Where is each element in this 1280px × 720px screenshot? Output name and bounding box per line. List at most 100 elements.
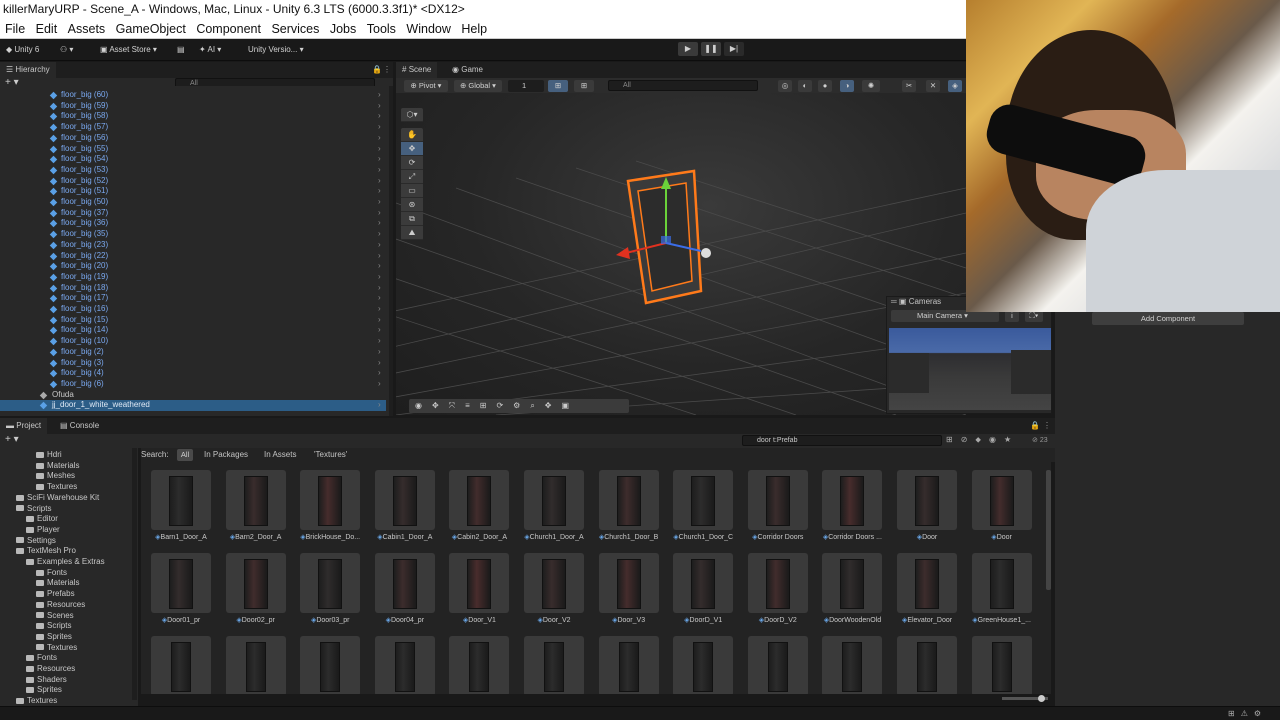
ai-button[interactable]: ✦ AI ▾ (199, 43, 221, 57)
folder-item[interactable]: Materials (36, 461, 79, 472)
tab-hierarchy[interactable]: ☰ Hierarchy (0, 62, 56, 78)
kebab-menu-icon[interactable]: ⋮ (383, 65, 391, 74)
asset-tile[interactable]: ◈Door (970, 470, 1034, 546)
hierarchy-item[interactable]: floor_big (4) › (0, 368, 386, 379)
tab-console[interactable]: ▤ Console (54, 418, 105, 434)
globe-icon[interactable]: ◎ (778, 80, 792, 92)
folder-item[interactable]: Hdri (36, 450, 62, 461)
lighting-icon[interactable]: ✺ (862, 80, 880, 92)
chevron-right-icon[interactable]: › (378, 240, 381, 251)
project-tree-scrollbar[interactable] (132, 448, 137, 700)
hierarchy-item[interactable]: floor_big (57) › (0, 122, 386, 133)
audio-mute-icon[interactable]: ✂ (902, 80, 916, 92)
global-dropdown[interactable]: ⊕ Global ▾ (454, 80, 502, 92)
folder-item[interactable]: Settings (16, 536, 56, 547)
menu-assets[interactable]: Assets (68, 22, 106, 36)
grid-snap-icon[interactable]: ⊞ (548, 80, 568, 92)
chevron-right-icon[interactable]: › (378, 101, 381, 112)
hierarchy-item[interactable]: floor_big (15) › (0, 315, 386, 326)
hierarchy-item[interactable]: floor_big (53) › (0, 165, 386, 176)
folder-item[interactable]: Textures (16, 696, 57, 706)
hierarchy-item[interactable]: floor_big (51) › (0, 186, 386, 197)
chevron-right-icon[interactable]: › (378, 283, 381, 294)
asset-tile[interactable] (149, 636, 213, 694)
status-icons[interactable]: ⊞⚠⚙ (1228, 709, 1267, 718)
draw-mode-icon[interactable]: ◐ (798, 80, 812, 92)
chevron-right-icon[interactable]: › (378, 122, 381, 133)
asset-tile[interactable]: ◈GreenHouse1_... (970, 553, 1034, 629)
asset-tile[interactable] (820, 636, 884, 694)
folder-item[interactable]: TextMesh Pro (16, 546, 76, 557)
chevron-right-icon[interactable]: › (378, 272, 381, 283)
asset-tile[interactable]: ◈Door01_pr (149, 553, 213, 629)
chevron-right-icon[interactable]: › (378, 165, 381, 176)
tab-project[interactable]: ▬ Project (0, 418, 48, 434)
layout-icon[interactable]: ▤ (177, 43, 185, 57)
folder-item[interactable]: Sprites (36, 632, 72, 643)
menu-file[interactable]: File (5, 22, 25, 36)
asset-tile[interactable]: ◈DoorD_V2 (746, 553, 810, 629)
hierarchy-item[interactable]: floor_big (18) › (0, 283, 386, 294)
shaded-sphere-icon[interactable]: ● (818, 80, 832, 92)
asset-tile[interactable] (522, 636, 586, 694)
pause-button[interactable]: ❚❚ (701, 42, 721, 56)
camera-gizmo-icon[interactable] (701, 248, 711, 258)
asset-tile[interactable]: ◈Door (895, 470, 959, 546)
transform-tool-dropdown[interactable]: ⬡▾ (401, 108, 423, 122)
hierarchy-item[interactable]: floor_big (55) › (0, 144, 386, 155)
folder-item[interactable]: Materials (36, 578, 79, 589)
kebab-menu-icon[interactable]: ⋮ (1043, 421, 1051, 430)
hierarchy-item[interactable]: floor_big (52) › (0, 176, 386, 187)
asset-tile[interactable] (970, 636, 1034, 694)
chevron-right-icon[interactable]: › (378, 379, 381, 390)
chevron-right-icon[interactable]: › (378, 315, 381, 326)
folder-item[interactable]: Sprites (26, 685, 62, 696)
folder-item[interactable]: Textures (36, 482, 77, 493)
asset-tile[interactable]: ◈Door_V1 (447, 553, 511, 629)
hierarchy-item[interactable]: floor_big (37) › (0, 208, 386, 219)
folder-item[interactable]: Editor (26, 514, 58, 525)
asset-tile[interactable]: ◈Elevator_Door (895, 553, 959, 629)
asset-tile[interactable] (298, 636, 362, 694)
asset-tile[interactable]: ◈Corridor Doors ... (820, 470, 884, 546)
folder-item[interactable]: Fonts (26, 653, 57, 664)
chevron-right-icon[interactable]: › (378, 197, 381, 208)
chevron-right-icon[interactable]: › (378, 293, 381, 304)
scene-viewport[interactable] (396, 93, 966, 415)
version-control-button[interactable]: Unity Versio... ▾ (248, 43, 304, 57)
asset-tile[interactable]: ◈Church1_Door_B (597, 470, 661, 546)
folder-item[interactable]: Examples & Extras (26, 557, 105, 568)
menu-help[interactable]: Help (461, 22, 487, 36)
hierarchy-item[interactable]: floor_big (17) › (0, 293, 386, 304)
hierarchy-item[interactable]: floor_big (22) › (0, 251, 386, 262)
asset-tile[interactable] (224, 636, 288, 694)
asset-grid-scrollbar[interactable] (1046, 470, 1051, 590)
project-filter-icons[interactable]: ⊞⊘⬥◉★ (946, 435, 1019, 445)
folder-item[interactable]: Scripts (36, 621, 71, 632)
asset-tile[interactable]: ◈Door04_pr (373, 553, 437, 629)
hierarchy-item[interactable]: floor_big (10) › (0, 336, 386, 347)
overlay-toolbar[interactable]: ◉✥⤧≡⊞⟳⚙⌕✥▣ (409, 399, 629, 413)
folder-item[interactable]: Scripts (16, 504, 51, 515)
folder-item[interactable]: Resources (36, 600, 85, 611)
hierarchy-item[interactable]: floor_big (60) › (0, 90, 386, 101)
chevron-right-icon[interactable]: › (378, 336, 381, 347)
chevron-right-icon[interactable]: › (378, 186, 381, 197)
hierarchy-item[interactable]: floor_big (56) › (0, 133, 386, 144)
asset-tile[interactable]: ◈Church1_Door_A (522, 470, 586, 546)
asset-tile[interactable]: ◈Door_V3 (597, 553, 661, 629)
snap-increment-icon[interactable]: ⊞ (574, 80, 594, 92)
hierarchy-item[interactable]: floor_big (16) › (0, 304, 386, 315)
tab-scene[interactable]: # Scene (396, 62, 438, 78)
chevron-right-icon[interactable]: › (378, 154, 381, 165)
lit-sphere-icon[interactable]: ◑ (840, 80, 854, 92)
project-search-input[interactable]: door t:Prefab (742, 435, 942, 446)
menu-window[interactable]: Window (406, 22, 450, 36)
hierarchy-item[interactable]: floor_big (59) › (0, 101, 386, 112)
folder-item[interactable]: Scenes (36, 611, 74, 622)
asset-tile[interactable] (895, 636, 959, 694)
chevron-right-icon[interactable]: › (378, 144, 381, 155)
folder-item[interactable]: Textures (36, 643, 77, 654)
chevron-right-icon[interactable]: › (378, 261, 381, 272)
asset-tile[interactable]: ◈Cabin2_Door_A (447, 470, 511, 546)
